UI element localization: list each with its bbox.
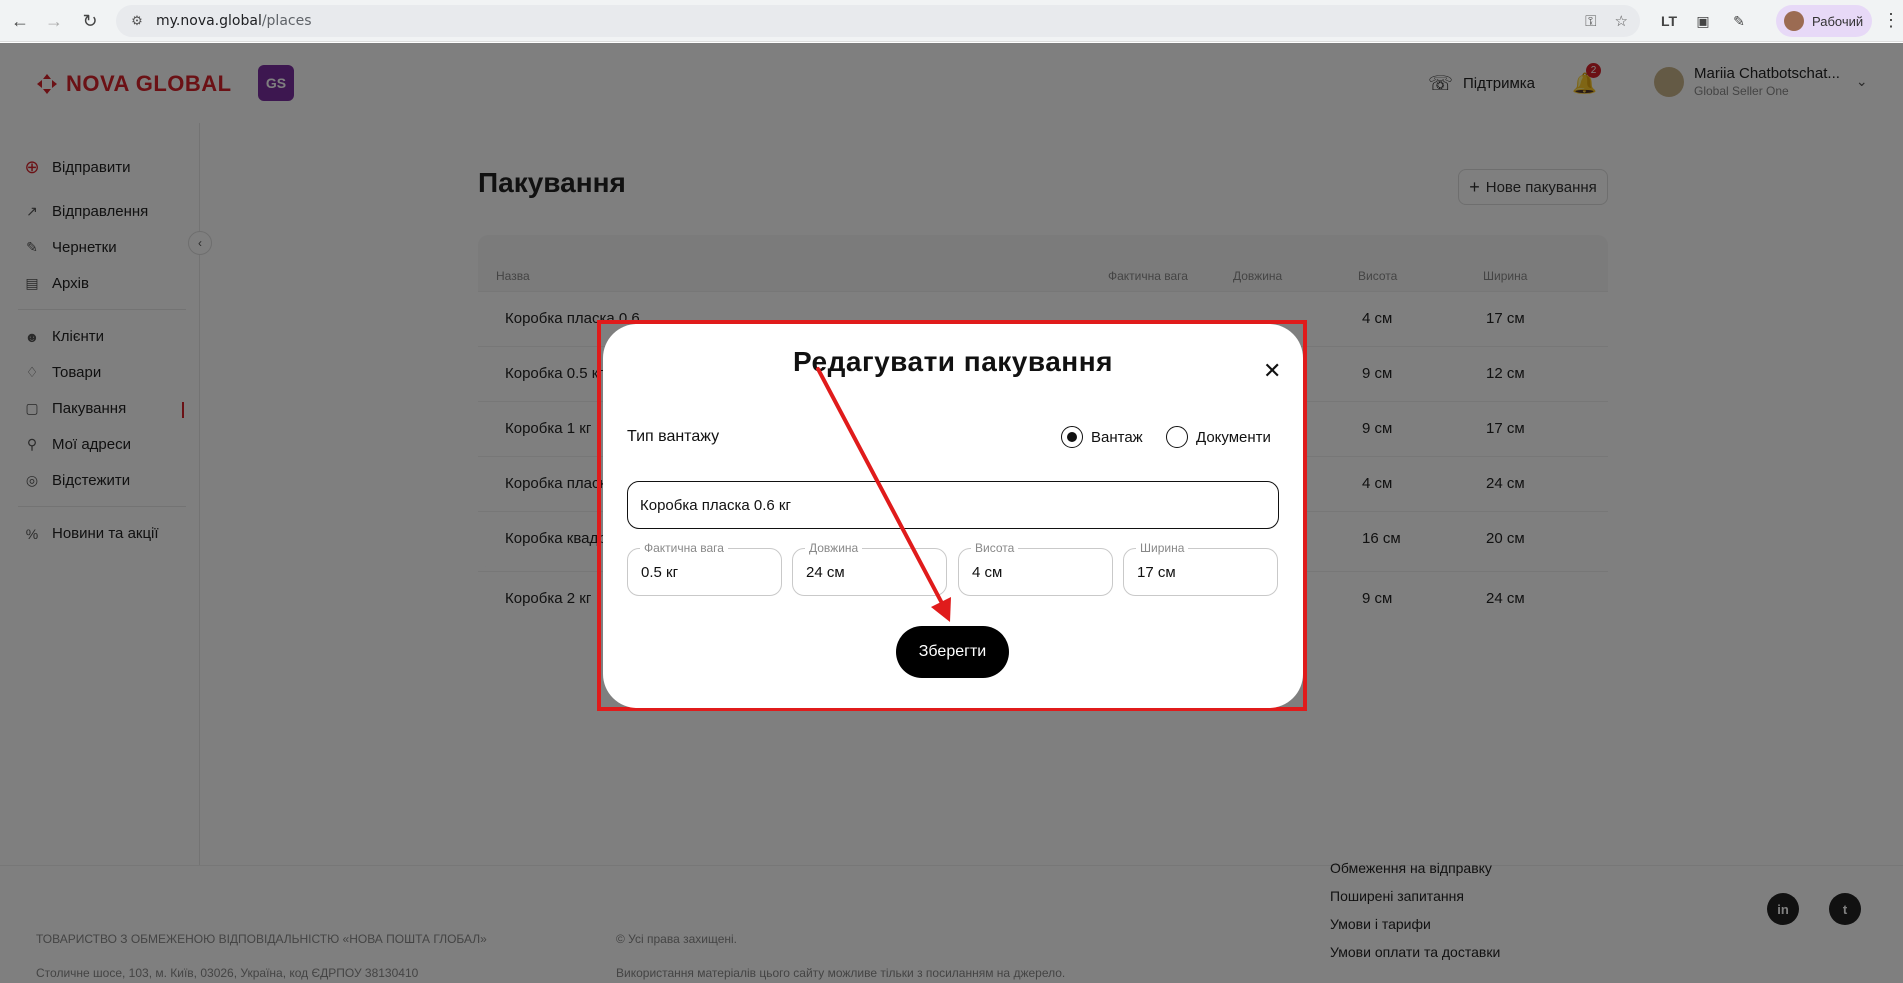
height-field[interactable]: Висота 4 см — [958, 541, 1113, 596]
length-field[interactable]: Довжина 24 см — [792, 541, 947, 596]
save-button[interactable]: Зберегти — [896, 626, 1009, 678]
address-bar[interactable]: ⚙ my.nova.global/places ⚿ ☆ — [116, 5, 1640, 37]
profile-label: Рабочий — [1812, 13, 1864, 29]
dialog-title: Редагувати пакування — [793, 346, 1113, 377]
radio-unchecked-icon — [1166, 426, 1188, 448]
actual-weight-field[interactable]: Фактична вага 0.5 кг — [627, 541, 782, 596]
radio-documents-label: Документи — [1196, 428, 1271, 446]
cargo-type-label: Тип вантажу — [627, 428, 720, 445]
back-icon[interactable]: ← — [2, 3, 38, 39]
field-value: 4 см — [972, 564, 1003, 581]
url-host: my.nova.global — [156, 13, 262, 29]
reload-icon[interactable]: ↻ — [72, 3, 108, 39]
field-label: Висота — [971, 541, 1019, 555]
screenshot-extension-icon[interactable]: ▣ — [1690, 8, 1716, 34]
close-icon[interactable]: ✕ — [1263, 358, 1281, 384]
extensions-puzzle-icon[interactable]: ✎ — [1726, 8, 1752, 34]
radio-checked-icon — [1061, 426, 1083, 448]
field-value: 0.5 кг — [641, 564, 679, 581]
field-value: 24 см — [806, 564, 845, 581]
forward-icon[interactable]: → — [36, 3, 72, 39]
ext-label: LT — [1660, 13, 1678, 29]
key-icon[interactable]: ⚿ — [1585, 12, 1596, 30]
field-label: Ширина — [1136, 541, 1189, 555]
field-label: Довжина — [805, 541, 863, 555]
packaging-name-value: Коробка пласка 0.6 кг — [640, 496, 791, 514]
field-label: Фактична вага — [640, 541, 728, 555]
browser-toolbar: ← → ↻ ⚙ my.nova.global/places ⚿ ☆ LT ▣ ✎… — [0, 0, 1903, 42]
bookmark-star-icon[interactable]: ☆ — [1615, 12, 1628, 30]
radio-documents[interactable]: Документи — [1166, 426, 1271, 448]
packaging-name-field[interactable]: Коробка пласка 0.6 кг — [627, 481, 1279, 529]
radio-cargo-label: Вантаж — [1091, 428, 1143, 446]
radio-cargo[interactable]: Вантаж — [1061, 426, 1143, 448]
browser-menu-icon[interactable]: ⋮ — [1882, 10, 1900, 31]
url-path: /places — [261, 13, 312, 29]
site-info-icon[interactable]: ⚙ — [128, 12, 146, 30]
profile-avatar — [1784, 11, 1804, 31]
profile-button[interactable]: Рабочий — [1776, 5, 1872, 37]
width-field[interactable]: Ширина 17 см — [1123, 541, 1278, 596]
languagetool-extension-icon[interactable]: LT — [1656, 8, 1682, 34]
edit-packaging-dialog: Редагувати пакування ✕ Тип вантажу Ванта… — [603, 324, 1303, 708]
field-value: 17 см — [1137, 564, 1176, 581]
